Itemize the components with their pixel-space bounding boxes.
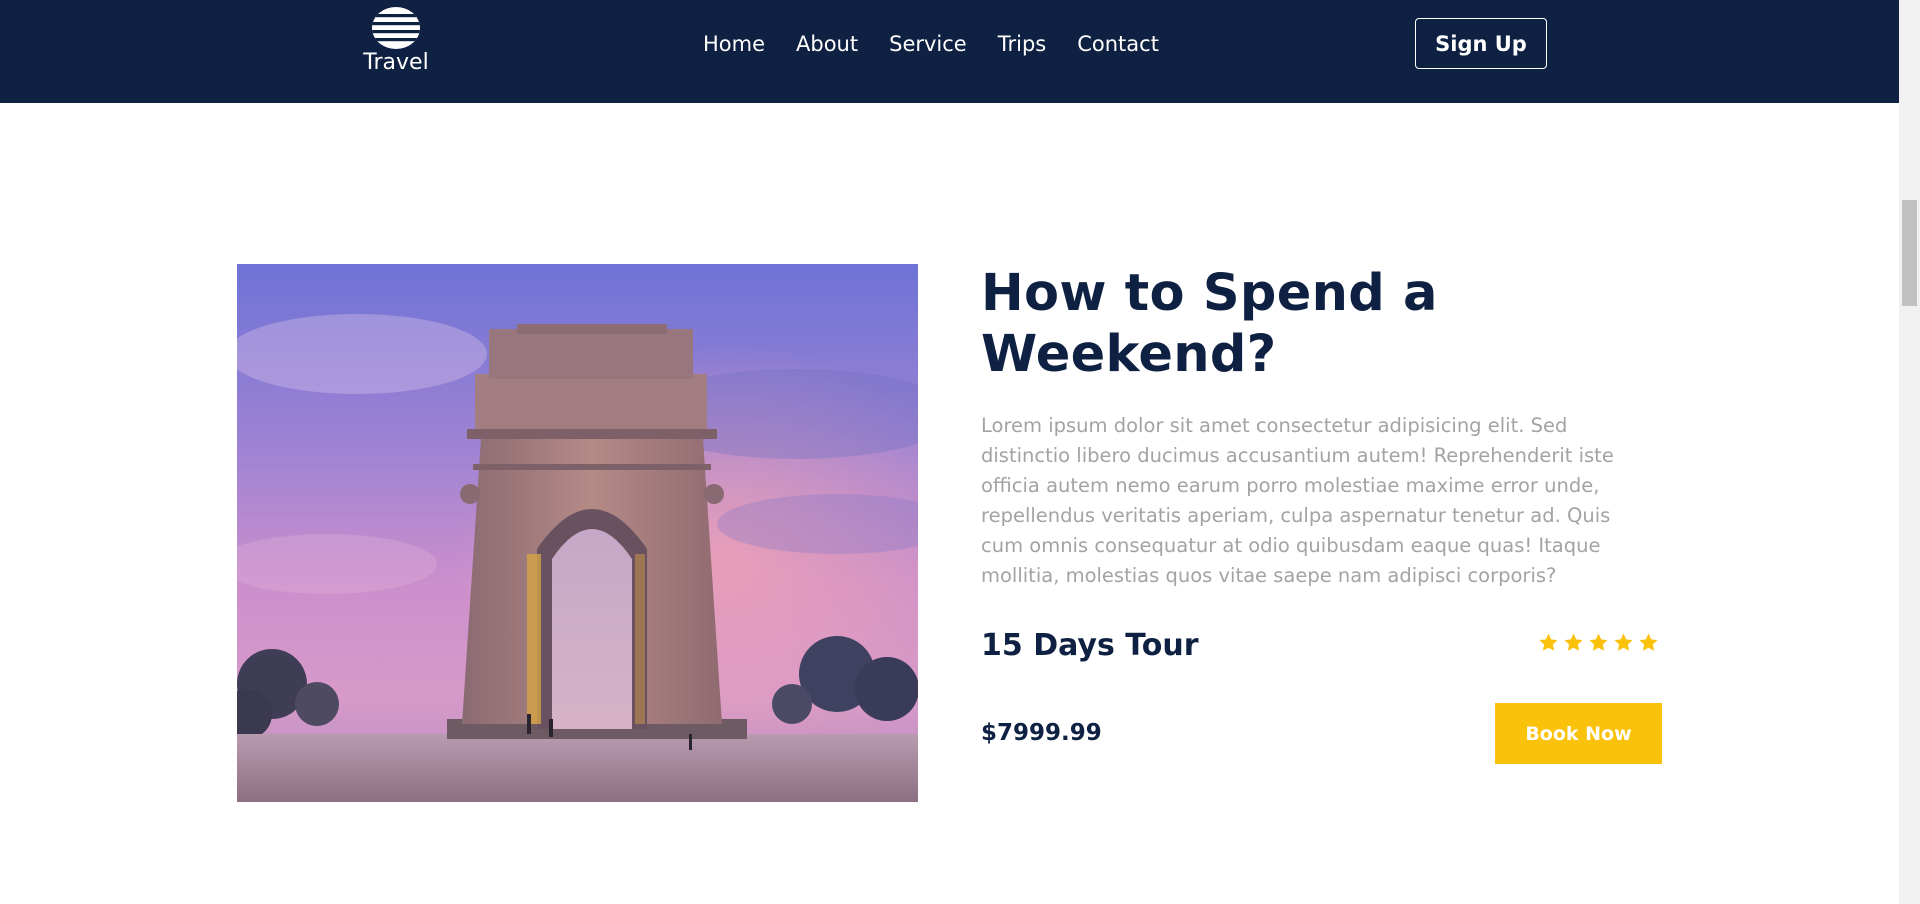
- star-icon: [1564, 633, 1583, 651]
- tour-description: Lorem ipsum dolor sit amet consectetur a…: [981, 414, 1614, 587]
- brand-logo[interactable]: Travel: [363, 6, 429, 76]
- main-nav: Home About Service Trips Contact: [703, 30, 1159, 58]
- navbar: Travel Home About Service Trips Contact …: [0, 0, 1899, 103]
- globe-icon: [372, 7, 420, 49]
- book-now-button[interactable]: Book Now: [1495, 703, 1662, 764]
- tour-image: [237, 264, 918, 802]
- star-icon: [1614, 633, 1633, 651]
- tour-duration: 15 Days Tour: [981, 628, 1199, 663]
- star-icon: [1589, 633, 1608, 651]
- india-gate-photo: [237, 264, 918, 802]
- tour-price: $7999.99: [981, 720, 1102, 746]
- rating-stars: [1538, 632, 1659, 653]
- nav-about[interactable]: About: [796, 30, 858, 58]
- brand-name: Travel: [363, 50, 429, 75]
- scrollbar-thumb[interactable]: [1902, 200, 1917, 306]
- page: Travel Home About Service Trips Contact …: [0, 0, 1899, 904]
- nav-service[interactable]: Service: [889, 30, 967, 58]
- star-icon: [1539, 633, 1558, 651]
- nav-trips[interactable]: Trips: [998, 30, 1046, 58]
- page-scrollbar[interactable]: [1899, 0, 1920, 904]
- nav-contact[interactable]: Contact: [1077, 30, 1159, 58]
- star-icon: [1639, 633, 1658, 651]
- tour-title: How to Spend a Weekend?: [981, 264, 1438, 384]
- nav-home[interactable]: Home: [703, 30, 765, 58]
- signup-button[interactable]: Sign Up: [1415, 18, 1547, 69]
